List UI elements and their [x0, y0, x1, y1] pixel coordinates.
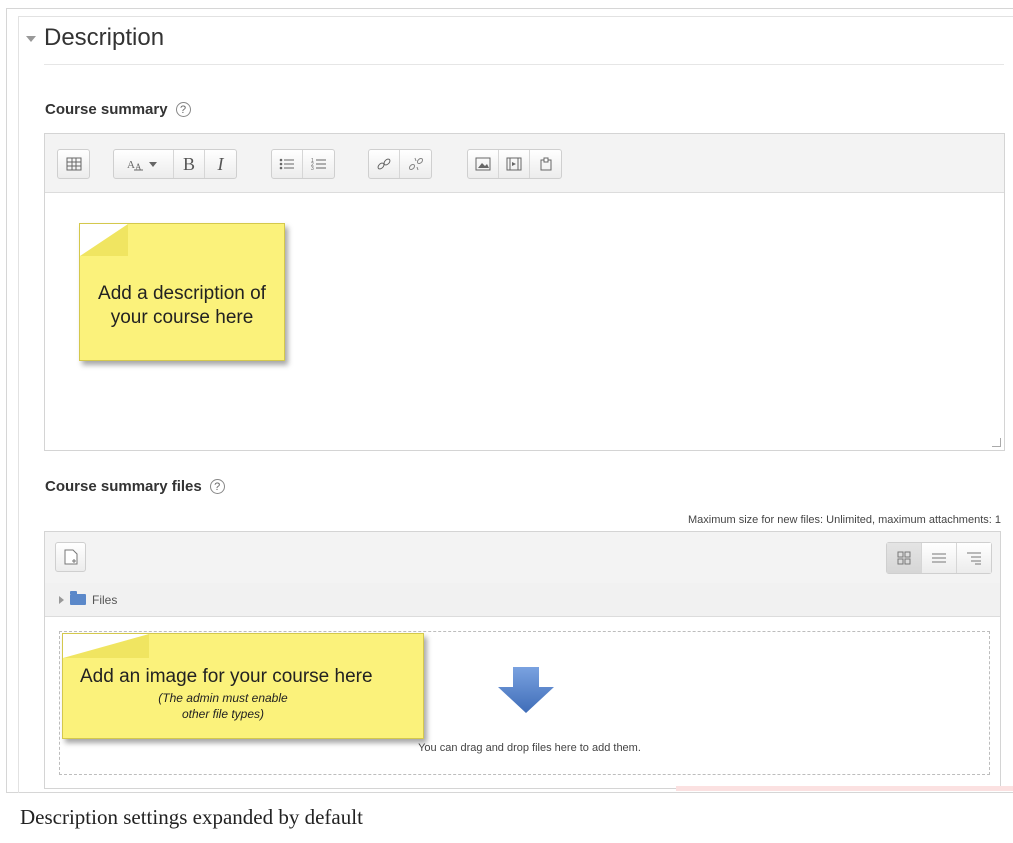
unlink-button[interactable]: [400, 150, 431, 178]
add-file-button[interactable]: [55, 542, 86, 572]
numbered-list-icon: 123: [311, 158, 326, 171]
folder-icon: [70, 591, 86, 605]
note-fold: [80, 224, 128, 256]
bullet-list-icon: [279, 158, 294, 170]
link-button[interactable]: [369, 150, 400, 178]
media-button[interactable]: [499, 150, 530, 178]
toolbar-group-4: [368, 149, 432, 179]
bold-label: B: [182, 153, 195, 174]
toolbar-group-3: 123: [271, 149, 335, 179]
resize-grip-icon[interactable]: [992, 438, 1001, 447]
bold-button[interactable]: B: [174, 150, 205, 178]
toolbar-group-5: [467, 149, 562, 179]
description-section-toggle[interactable]: Description: [26, 24, 164, 52]
drop-instructions: You can drag and drop files here to add …: [418, 742, 641, 754]
ordered-list-button[interactable]: 123: [303, 150, 334, 178]
section-divider: [44, 64, 1004, 65]
note-sub-line1: (The admin must enable: [158, 691, 288, 705]
download-arrow-icon: [498, 667, 554, 713]
kitchen-sink-icon: [66, 157, 81, 171]
font-style-icon: AA: [127, 159, 157, 171]
text-style-button[interactable]: AA: [114, 150, 174, 178]
grid-view-icon: [897, 551, 911, 565]
toolbar-group-1: [57, 149, 90, 179]
add-file-icon: [64, 549, 77, 565]
view-list-button[interactable]: [922, 543, 957, 573]
view-icons-button[interactable]: [887, 543, 922, 573]
sticky-note-image: Add an image for your course here (The a…: [62, 633, 424, 739]
note-sub-line2: other file types): [181, 707, 265, 721]
image-button[interactable]: [468, 150, 499, 178]
note-text: Add a description of your course here: [98, 283, 266, 328]
file-path-bar: Files: [45, 583, 1000, 617]
list-view-icon: [932, 553, 946, 563]
note-subtext: (The admin must enable other file types): [63, 690, 383, 722]
toolbar-group-2: AA B I: [113, 149, 237, 179]
path-files-link[interactable]: Files: [92, 593, 117, 607]
unlink-icon: [408, 157, 423, 171]
bottom-accent-bar: [676, 786, 1013, 791]
help-icon[interactable]: ?: [209, 479, 225, 494]
link-icon: [377, 158, 391, 170]
tree-view-icon: [967, 552, 981, 565]
figure-caption: Description settings expanded by default: [20, 805, 363, 829]
editor-toolbar: AA B I 123: [45, 134, 1004, 193]
italic-label: I: [217, 153, 224, 174]
unordered-list-button[interactable]: [272, 150, 303, 178]
expand-triangle-icon[interactable]: [59, 595, 64, 604]
course-summary-label: Course summary ?: [45, 101, 191, 118]
collapse-caret-icon: [26, 36, 36, 42]
svg-text:A: A: [127, 159, 135, 171]
view-tree-button[interactable]: [957, 543, 991, 573]
course-summary-files-label: Course summary files ?: [45, 478, 225, 495]
manage-files-icon: [540, 157, 551, 171]
view-mode-group: [886, 542, 992, 574]
note-fold: [63, 634, 149, 658]
svg-text:3: 3: [311, 166, 314, 171]
course-summary-files-label-text: Course summary files: [45, 478, 202, 495]
file-manager-toolbar: [45, 532, 1000, 584]
note-title: Add an image for your course here: [80, 666, 373, 687]
section-title: Description: [44, 24, 165, 51]
manage-files-button[interactable]: [530, 150, 561, 178]
sticky-note-description: Add a description of your course here: [79, 223, 285, 361]
file-limits-text: Maximum size for new files: Unlimited, m…: [688, 514, 1001, 526]
italic-button[interactable]: I: [205, 150, 236, 178]
media-icon: [506, 157, 522, 171]
image-icon: [475, 157, 491, 171]
help-icon[interactable]: ?: [175, 102, 191, 117]
toolbar-toggle-button[interactable]: [58, 150, 89, 178]
course-summary-label-text: Course summary: [45, 101, 168, 118]
